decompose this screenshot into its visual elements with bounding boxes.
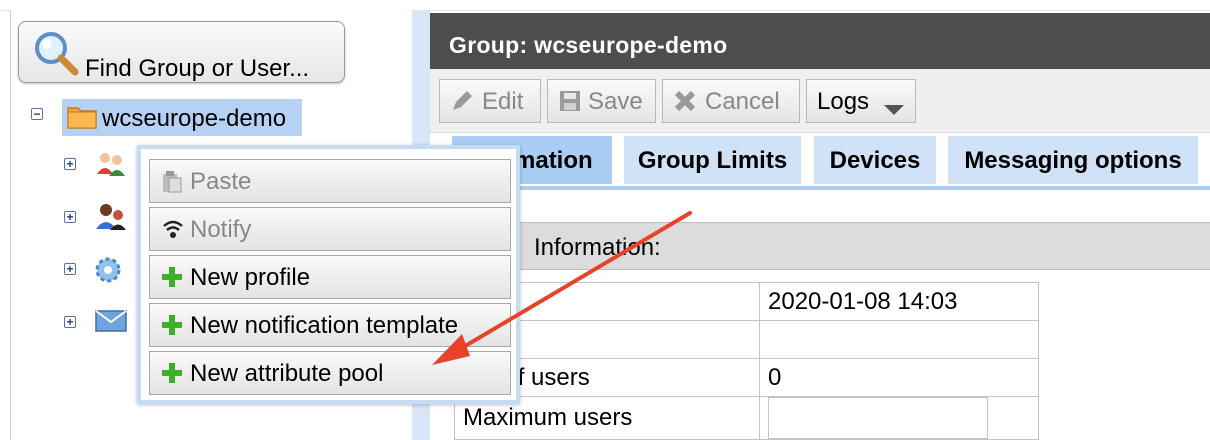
- page-title: Group: wcseurope-demo: [430, 13, 1210, 69]
- menu-item-notify[interactable]: Notify: [149, 207, 511, 251]
- pencil-icon: [450, 89, 474, 120]
- find-button-label: Find Group or User...: [85, 55, 310, 82]
- users-group-icon[interactable]: [94, 150, 128, 183]
- context-menu: Paste Notify New profile New notificatio…: [137, 145, 520, 404]
- floppy-disk-icon: [558, 89, 582, 120]
- menu-item-label: New notification template: [190, 312, 459, 339]
- menu-item-label: New profile: [190, 264, 311, 291]
- tab-bar: mation Group Limits Devices Messaging op…: [452, 136, 1210, 186]
- row-value: [759, 320, 1039, 359]
- expand-contacts-toggle[interactable]: +: [64, 211, 76, 223]
- tab-messaging-options[interactable]: Messaging options: [948, 136, 1198, 184]
- tab-group-limits[interactable]: Group Limits: [624, 136, 801, 184]
- root-node-label: wcseurope-demo: [102, 105, 287, 132]
- tab-devices[interactable]: Devices: [814, 136, 936, 184]
- table-row: ed 2020-01-08 14:03: [454, 282, 1039, 321]
- collapse-root-toggle[interactable]: −: [31, 108, 43, 120]
- logs-dropdown-button[interactable]: Logs: [806, 79, 916, 123]
- edit-button[interactable]: Edit: [439, 79, 541, 123]
- toolbar: Edit Save Cancel Logs: [430, 69, 1210, 133]
- menu-item-new-notification-template[interactable]: New notification template: [149, 303, 511, 347]
- envelope-icon[interactable]: [94, 308, 128, 339]
- table-row: d: [454, 320, 1039, 359]
- magnifier-icon: [29, 28, 83, 83]
- expand-users-toggle[interactable]: +: [64, 158, 76, 170]
- cross-icon: [673, 89, 697, 120]
- menu-item-new-profile[interactable]: New profile: [149, 255, 511, 299]
- table-row: ber of users 0: [454, 358, 1039, 397]
- plus-icon: [161, 266, 183, 295]
- expand-settings-toggle[interactable]: +: [64, 263, 76, 275]
- cancel-button[interactable]: Cancel: [662, 79, 800, 123]
- menu-item-new-attribute-pool[interactable]: New attribute pool: [149, 351, 511, 395]
- contacts-icon[interactable]: [94, 202, 128, 237]
- maximum-users-input[interactable]: [768, 397, 988, 439]
- information-table: ed 2020-01-08 14:03 d ber of users 0 Max…: [454, 282, 1039, 440]
- plus-icon: [161, 314, 183, 343]
- table-row: Maximum users: [454, 396, 1039, 440]
- tab-information-label: mation: [514, 147, 593, 174]
- paste-icon: [161, 170, 183, 201]
- menu-item-paste[interactable]: Paste: [149, 159, 511, 203]
- menu-item-label: New attribute pool: [190, 360, 384, 387]
- tree-root-node[interactable]: wcseurope-demo: [62, 99, 302, 136]
- save-button[interactable]: Save: [547, 79, 656, 123]
- cancel-label: Cancel: [705, 88, 780, 115]
- chevron-down-icon: [883, 96, 905, 124]
- row-value: 0: [759, 358, 1039, 397]
- save-label: Save: [588, 88, 643, 115]
- section-title: Information:: [452, 222, 1210, 270]
- find-group-or-user-button[interactable]: Find Group or User...: [18, 21, 345, 83]
- plus-icon: [161, 362, 183, 391]
- logs-label: Logs: [817, 88, 870, 115]
- row-value: 2020-01-08 14:03: [759, 282, 1039, 321]
- expand-messages-toggle[interactable]: +: [64, 316, 76, 328]
- notify-icon: [161, 218, 185, 249]
- max-users-cell: [759, 396, 1039, 440]
- folder-icon: [66, 102, 98, 135]
- edit-label: Edit: [482, 88, 524, 115]
- gear-icon[interactable]: [94, 254, 126, 291]
- menu-item-label: Paste: [190, 168, 252, 195]
- menu-item-label: Notify: [190, 216, 252, 243]
